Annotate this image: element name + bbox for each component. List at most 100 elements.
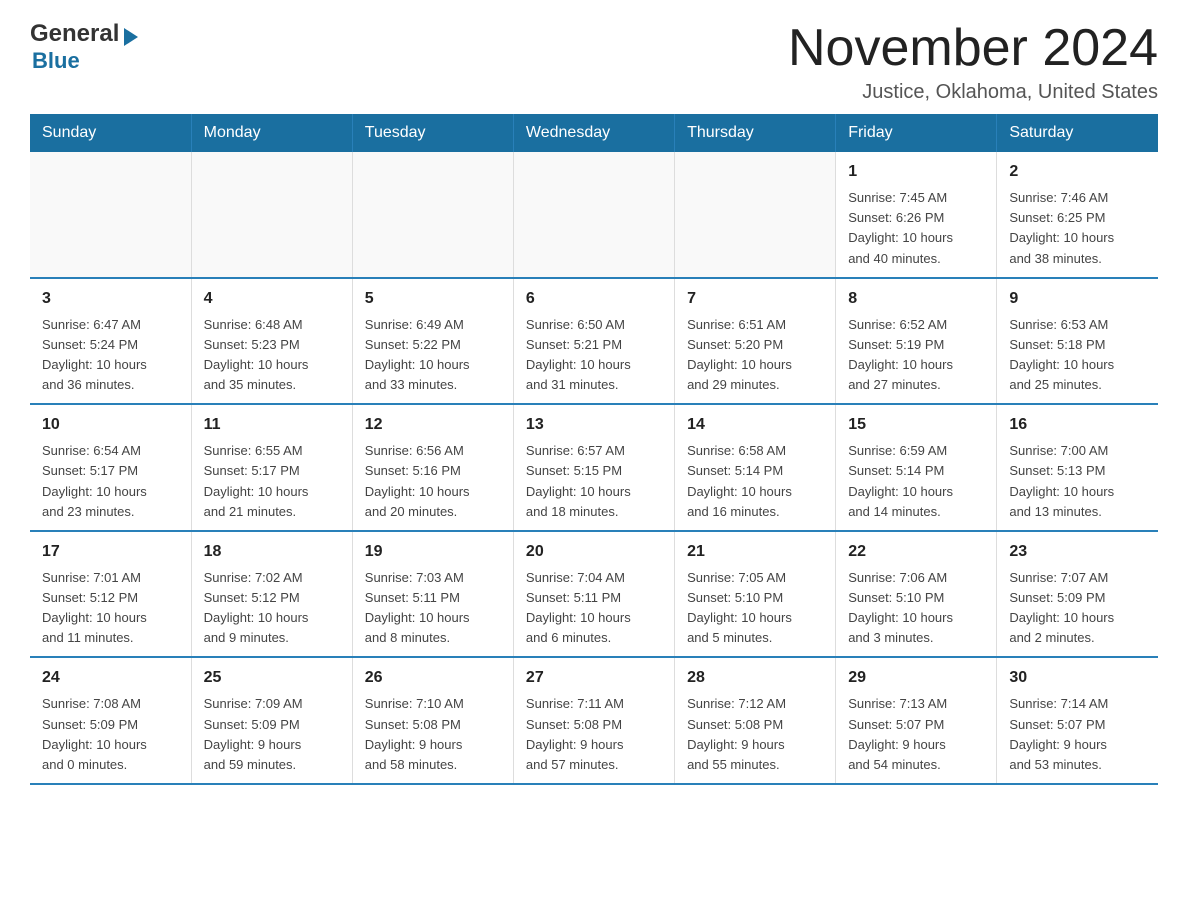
day-info: Sunrise: 6:51 AM Sunset: 5:20 PM Dayligh… (687, 315, 823, 396)
day-info: Sunrise: 6:59 AM Sunset: 5:14 PM Dayligh… (848, 441, 984, 522)
day-info: Sunrise: 6:56 AM Sunset: 5:16 PM Dayligh… (365, 441, 501, 522)
day-number: 24 (42, 666, 179, 690)
day-cell: 12Sunrise: 6:56 AM Sunset: 5:16 PM Dayli… (352, 404, 513, 531)
week-row-3: 17Sunrise: 7:01 AM Sunset: 5:12 PM Dayli… (30, 531, 1158, 658)
day-number: 7 (687, 287, 823, 311)
day-number: 29 (848, 666, 984, 690)
day-info: Sunrise: 7:14 AM Sunset: 5:07 PM Dayligh… (1009, 694, 1146, 775)
day-cell (513, 152, 674, 278)
day-cell: 17Sunrise: 7:01 AM Sunset: 5:12 PM Dayli… (30, 531, 191, 658)
day-info: Sunrise: 6:48 AM Sunset: 5:23 PM Dayligh… (204, 315, 340, 396)
day-info: Sunrise: 7:07 AM Sunset: 5:09 PM Dayligh… (1009, 568, 1146, 649)
day-info: Sunrise: 6:53 AM Sunset: 5:18 PM Dayligh… (1009, 315, 1146, 396)
day-cell: 7 Sunrise: 6:51 AM Sunset: 5:20 PM Daylig… (675, 278, 836, 405)
day-cell: 19 Sunrise: 7:03 AM Sunset: 5:11 PM Dayli… (352, 531, 513, 658)
day-info: Sunrise: 6:52 AM Sunset: 5:19 PM Dayligh… (848, 315, 984, 396)
day-cell: 24 Sunrise: 7:08 AM Sunset: 5:09 PM Dayli… (30, 657, 191, 784)
day-cell: 25 Sunrise: 7:09 AM Sunset: 5:09 PM Dayli… (191, 657, 352, 784)
week-row-4: 24 Sunrise: 7:08 AM Sunset: 5:09 PM Dayli… (30, 657, 1158, 784)
day-number: 10 (42, 413, 179, 437)
logo: General Blue (30, 20, 138, 74)
day-cell: 21Sunrise: 7:05 AM Sunset: 5:10 PM Dayli… (675, 531, 836, 658)
day-info: Sunrise: 7:04 AM Sunset: 5:11 PM Dayligh… (526, 568, 662, 649)
day-cell: 16 Sunrise: 7:00 AM Sunset: 5:13 PM Dayli… (997, 404, 1158, 531)
title-section: November 2024 Justice, Oklahoma, United … (788, 20, 1158, 104)
day-cell: 23 Sunrise: 7:07 AM Sunset: 5:09 PM Dayli… (997, 531, 1158, 658)
day-info: Sunrise: 7:46 AM Sunset: 6:25 PM Dayligh… (1009, 188, 1146, 269)
day-info: Sunrise: 7:13 AM Sunset: 5:07 PM Dayligh… (848, 694, 984, 775)
day-info: Sunrise: 7:09 AM Sunset: 5:09 PM Dayligh… (204, 694, 340, 775)
day-cell: 15 Sunrise: 6:59 AM Sunset: 5:14 PM Dayli… (836, 404, 997, 531)
day-number: 25 (204, 666, 340, 690)
day-number: 19 (365, 540, 501, 564)
weekday-header-tuesday: Tuesday (352, 114, 513, 152)
day-cell: 29 Sunrise: 7:13 AM Sunset: 5:07 PM Dayli… (836, 657, 997, 784)
day-cell: 5Sunrise: 6:49 AM Sunset: 5:22 PM Daylig… (352, 278, 513, 405)
day-cell (191, 152, 352, 278)
day-info: Sunrise: 6:55 AM Sunset: 5:17 PM Dayligh… (204, 441, 340, 522)
day-cell: 22Sunrise: 7:06 AM Sunset: 5:10 PM Dayli… (836, 531, 997, 658)
day-number: 15 (848, 413, 984, 437)
day-cell: 10 Sunrise: 6:54 AM Sunset: 5:17 PM Dayli… (30, 404, 191, 531)
day-cell: 8 Sunrise: 6:52 AM Sunset: 5:19 PM Daylig… (836, 278, 997, 405)
day-info: Sunrise: 6:54 AM Sunset: 5:17 PM Dayligh… (42, 441, 179, 522)
day-cell: 14 Sunrise: 6:58 AM Sunset: 5:14 PM Dayli… (675, 404, 836, 531)
day-info: Sunrise: 7:10 AM Sunset: 5:08 PM Dayligh… (365, 694, 501, 775)
day-number: 1 (848, 160, 984, 184)
day-cell: 20 Sunrise: 7:04 AM Sunset: 5:11 PM Dayli… (513, 531, 674, 658)
day-number: 11 (204, 413, 340, 437)
weekday-header-sunday: Sunday (30, 114, 191, 152)
day-number: 28 (687, 666, 823, 690)
weekday-header-row: SundayMondayTuesdayWednesdayThursdayFrid… (30, 114, 1158, 152)
weekday-header-thursday: Thursday (675, 114, 836, 152)
day-number: 8 (848, 287, 984, 311)
week-row-2: 10 Sunrise: 6:54 AM Sunset: 5:17 PM Dayli… (30, 404, 1158, 531)
day-info: Sunrise: 7:11 AM Sunset: 5:08 PM Dayligh… (526, 694, 662, 775)
day-number: 23 (1009, 540, 1146, 564)
day-info: Sunrise: 7:02 AM Sunset: 5:12 PM Dayligh… (204, 568, 340, 649)
day-number: 18 (204, 540, 340, 564)
weekday-header-wednesday: Wednesday (513, 114, 674, 152)
day-cell: 30 Sunrise: 7:14 AM Sunset: 5:07 PM Dayli… (997, 657, 1158, 784)
day-info: Sunrise: 7:00 AM Sunset: 5:13 PM Dayligh… (1009, 441, 1146, 522)
day-info: Sunrise: 7:06 AM Sunset: 5:10 PM Dayligh… (848, 568, 984, 649)
day-info: Sunrise: 7:45 AM Sunset: 6:26 PM Dayligh… (848, 188, 984, 269)
day-cell: 27 Sunrise: 7:11 AM Sunset: 5:08 PM Dayli… (513, 657, 674, 784)
day-info: Sunrise: 6:57 AM Sunset: 5:15 PM Dayligh… (526, 441, 662, 522)
day-number: 16 (1009, 413, 1146, 437)
day-cell (30, 152, 191, 278)
weekday-header-saturday: Saturday (997, 114, 1158, 152)
day-number: 14 (687, 413, 823, 437)
day-info: Sunrise: 7:08 AM Sunset: 5:09 PM Dayligh… (42, 694, 179, 775)
day-cell: 3 Sunrise: 6:47 AM Sunset: 5:24 PM Daylig… (30, 278, 191, 405)
day-number: 17 (42, 540, 179, 564)
day-cell: 11 Sunrise: 6:55 AM Sunset: 5:17 PM Dayli… (191, 404, 352, 531)
logo-blue-text: Blue (30, 48, 138, 74)
day-number: 13 (526, 413, 662, 437)
day-info: Sunrise: 7:12 AM Sunset: 5:08 PM Dayligh… (687, 694, 823, 775)
day-number: 20 (526, 540, 662, 564)
day-cell: 9Sunrise: 6:53 AM Sunset: 5:18 PM Daylig… (997, 278, 1158, 405)
day-info: Sunrise: 6:47 AM Sunset: 5:24 PM Dayligh… (42, 315, 179, 396)
day-cell (675, 152, 836, 278)
day-cell: 1 Sunrise: 7:45 AM Sunset: 6:26 PM Daylig… (836, 152, 997, 278)
calendar-table: SundayMondayTuesdayWednesdayThursdayFrid… (30, 114, 1158, 785)
month-title: November 2024 (788, 20, 1158, 77)
day-number: 27 (526, 666, 662, 690)
day-number: 6 (526, 287, 662, 311)
day-cell: 4Sunrise: 6:48 AM Sunset: 5:23 PM Daylig… (191, 278, 352, 405)
day-cell: 2 Sunrise: 7:46 AM Sunset: 6:25 PM Daylig… (997, 152, 1158, 278)
day-number: 2 (1009, 160, 1146, 184)
page-header: General Blue November 2024 Justice, Okla… (30, 20, 1158, 104)
day-cell: 18 Sunrise: 7:02 AM Sunset: 5:12 PM Dayli… (191, 531, 352, 658)
day-number: 26 (365, 666, 501, 690)
day-info: Sunrise: 7:03 AM Sunset: 5:11 PM Dayligh… (365, 568, 501, 649)
day-cell: 13 Sunrise: 6:57 AM Sunset: 5:15 PM Dayli… (513, 404, 674, 531)
weekday-header-monday: Monday (191, 114, 352, 152)
day-number: 3 (42, 287, 179, 311)
day-number: 5 (365, 287, 501, 311)
day-info: Sunrise: 6:50 AM Sunset: 5:21 PM Dayligh… (526, 315, 662, 396)
day-info: Sunrise: 6:58 AM Sunset: 5:14 PM Dayligh… (687, 441, 823, 522)
weekday-header-friday: Friday (836, 114, 997, 152)
day-number: 30 (1009, 666, 1146, 690)
